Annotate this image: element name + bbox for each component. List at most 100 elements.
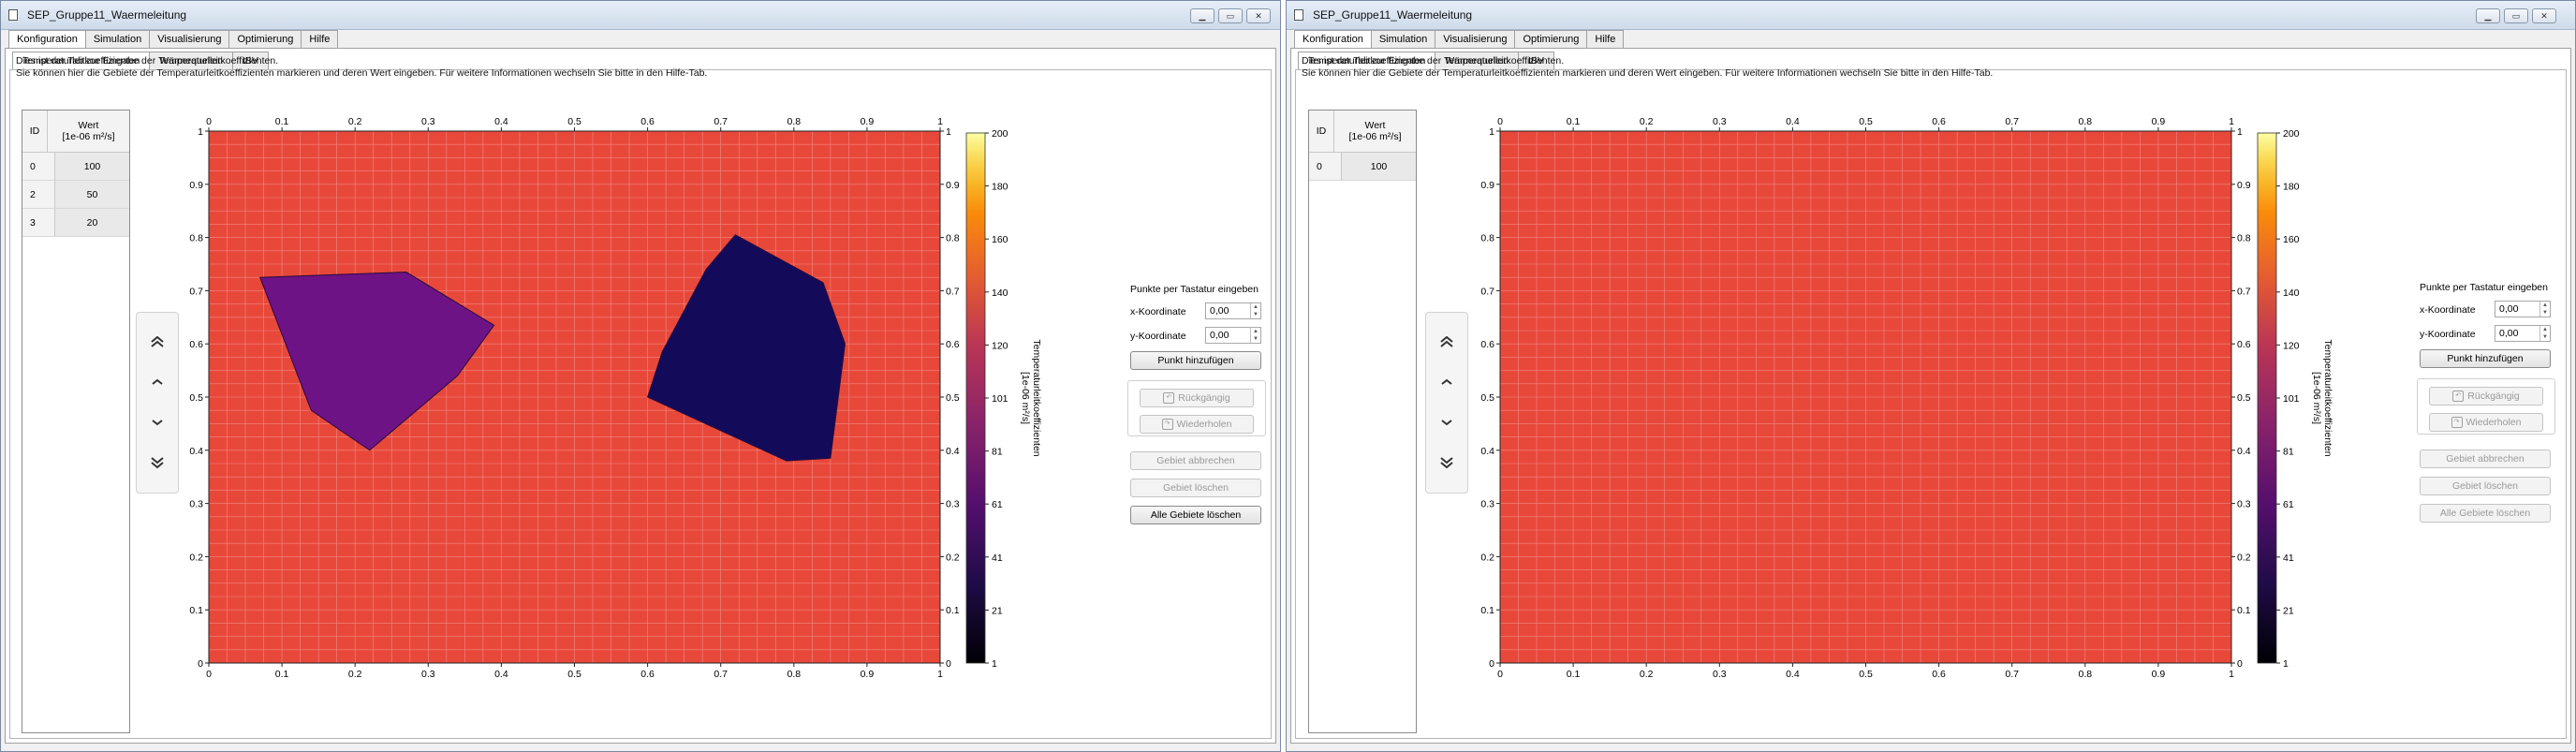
y-coordinate-spinbox[interactable]: 0,00 ▲ ▼ — [2495, 325, 2551, 342]
row-value[interactable]: 20 — [55, 209, 129, 236]
colorbar-tick-label: 180 — [992, 182, 1008, 193]
undo-button[interactable]: ↶ Rückgängig — [1140, 389, 1254, 407]
x-coordinate-spinbox[interactable]: 0,00 ▲ ▼ — [2495, 301, 2551, 317]
column-header-value-line1: Wert — [1364, 120, 1386, 131]
table-row[interactable]: 0 100 — [22, 153, 129, 181]
scroll-down-button[interactable] — [144, 412, 170, 433]
y-tick-label-left: 0.5 — [189, 392, 203, 404]
tab-hilfe[interactable]: Hilfe — [1586, 30, 1625, 48]
spin-arrows-icon[interactable]: ▲ ▼ — [2539, 302, 2550, 317]
y-tick-label-left: 0.3 — [1480, 499, 1494, 510]
minimize-icon[interactable]: ▁ — [1190, 8, 1214, 23]
keyboard-input-title: Punkte per Tastatur eingeben — [2420, 282, 2548, 293]
scroll-bottom-button[interactable] — [144, 452, 170, 473]
colorbar-tick-label: 101 — [992, 393, 1008, 405]
scroll-down-button[interactable] — [1434, 412, 1460, 433]
y-tick-label-left: 0.7 — [1480, 286, 1494, 297]
x-tick-label-top: 0.1 — [275, 116, 289, 127]
y-coordinate-label: y-Koordinate — [2420, 329, 2476, 340]
x-tick-label-top: 0.1 — [1567, 116, 1581, 127]
y-tick-label-right: 0.4 — [946, 446, 960, 457]
spin-arrows-icon[interactable]: ▲ ▼ — [1250, 328, 1260, 343]
y-tick-label-right: 0 — [946, 658, 951, 670]
coefficient-table[interactable]: ID Wert [1e-06 m²/s] 0 100 2 50 3 20 — [22, 110, 130, 733]
maximize-icon[interactable]: ▭ — [1218, 8, 1243, 23]
delete-area-button[interactable]: Gebiet löschen — [1130, 479, 1261, 497]
close-icon[interactable]: ✕ — [1246, 8, 1271, 23]
x-tick-label-bottom: 0.2 — [348, 669, 362, 680]
description-line-1: Dies ist der Tab zur Eingabe der Tempera… — [1302, 55, 1565, 66]
table-row[interactable]: 2 50 — [22, 181, 129, 209]
y-tick-label-left: 0.4 — [189, 446, 203, 457]
tab-konfiguration[interactable]: Konfiguration — [1294, 30, 1372, 49]
redo-button[interactable]: ↷ Wiederholen — [1140, 415, 1254, 434]
colorbar-tick-label: 200 — [992, 128, 1008, 140]
column-header-id: ID — [1309, 111, 1334, 152]
tab-hilfe[interactable]: Hilfe — [301, 30, 339, 48]
y-tick-label-right: 0.5 — [946, 392, 960, 404]
scroll-up-button[interactable] — [144, 372, 170, 392]
tab-optimierung[interactable]: Optimierung — [228, 30, 302, 48]
scroll-top-button[interactable] — [1434, 332, 1460, 352]
redo-button[interactable]: ↷ Wiederholen — [2429, 413, 2543, 432]
maximize-icon[interactable]: ▭ — [2504, 8, 2528, 23]
y-tick-label-right: 0 — [2237, 658, 2243, 670]
colorbar — [965, 132, 986, 664]
x-tick-label-top: 0.4 — [1786, 116, 1800, 127]
title-bar[interactable]: SEP_Gruppe11_Waermeleitung ▁ ▭ ✕ — [1287, 1, 2575, 30]
column-header-value: Wert [1e-06 m²/s] — [1334, 111, 1416, 152]
x-tick-label-bottom: 0.7 — [714, 669, 728, 680]
coefficient-plot[interactable]: 000.10.10.20.20.30.30.40.40.50.50.60.60.… — [1476, 108, 2423, 731]
x-tick-label-bottom: 1 — [937, 669, 943, 680]
delete-all-areas-button[interactable]: Alle Gebiete löschen — [1130, 506, 1261, 524]
title-bar[interactable]: SEP_Gruppe11_Waermeleitung ▁ ▭ ✕ — [1, 1, 1280, 30]
cancel-area-button[interactable]: Gebiet abbrechen — [1130, 451, 1261, 470]
colorbar-unit: [1e-06 m²/s] — [1020, 372, 1031, 424]
colorbar-tick-label: 81 — [2283, 447, 2294, 458]
tab-visualisierung[interactable]: Visualisierung — [1435, 30, 1516, 48]
y-tick-label-left: 0 — [1489, 658, 1494, 670]
x-tick-label-bottom: 0.3 — [1713, 669, 1727, 680]
x-tick-label-top: 0.9 — [2152, 116, 2166, 127]
cancel-area-button[interactable]: Gebiet abbrechen — [2420, 450, 2551, 468]
column-header-value-line2: [1e-06 m²/s] — [62, 131, 115, 142]
y-tick-label-left: 0.8 — [1480, 233, 1494, 244]
x-tick-label-top: 0.3 — [421, 116, 435, 127]
y-tick-label-left: 0.4 — [1480, 446, 1494, 457]
x-tick-label-top: 0.6 — [640, 116, 655, 127]
close-icon[interactable]: ✕ — [2532, 8, 2556, 23]
delete-all-areas-button[interactable]: Alle Gebiete löschen — [2420, 504, 2551, 523]
undo-button[interactable]: ↶ Rückgängig — [2429, 387, 2543, 405]
tab-simulation[interactable]: Simulation — [1370, 30, 1436, 48]
table-row[interactable]: 3 20 — [22, 209, 129, 237]
tab-konfiguration[interactable]: Konfiguration — [8, 30, 86, 49]
row-value[interactable]: 50 — [55, 181, 129, 208]
double-chevron-down-icon — [151, 457, 164, 468]
spin-arrows-icon[interactable]: ▲ ▼ — [1250, 303, 1260, 318]
add-point-button[interactable]: Punkt hinzufügen — [1130, 351, 1261, 370]
delete-area-button[interactable]: Gebiet löschen — [2420, 477, 2551, 495]
row-value[interactable]: 100 — [55, 153, 129, 180]
y-tick-label-right: 0.7 — [2237, 286, 2251, 297]
scroll-up-button[interactable] — [1434, 372, 1460, 392]
coefficient-table[interactable]: ID Wert [1e-06 m²/s] 0 100 — [1308, 110, 1417, 733]
x-coordinate-label: x-Koordinate — [2420, 304, 2476, 316]
y-tick-label-right: 1 — [946, 126, 951, 138]
scroll-top-button[interactable] — [144, 332, 170, 352]
scroll-bottom-button[interactable] — [1434, 452, 1460, 473]
colorbar — [2257, 132, 2277, 664]
minimize-icon[interactable]: ▁ — [2476, 8, 2500, 23]
spin-arrows-icon[interactable]: ▲ ▼ — [2539, 326, 2550, 341]
tab-optimierung[interactable]: Optimierung — [1514, 30, 1588, 48]
coefficient-plot[interactable]: 000.10.10.20.20.30.30.40.40.50.50.60.60.… — [184, 108, 1132, 731]
y-coordinate-spinbox[interactable]: 0,00 ▲ ▼ — [1205, 327, 1261, 344]
y-tick-label-right: 0.9 — [946, 180, 960, 191]
x-coordinate-spinbox[interactable]: 0,00 ▲ ▼ — [1205, 302, 1261, 319]
x-tick-label-bottom: 0 — [1497, 669, 1503, 680]
tab-visualisierung[interactable]: Visualisierung — [149, 30, 230, 48]
x-tick-label-bottom: 0.9 — [2152, 669, 2166, 680]
table-row[interactable]: 0 100 — [1309, 153, 1416, 181]
tab-simulation[interactable]: Simulation — [84, 30, 151, 48]
row-value[interactable]: 100 — [1342, 153, 1416, 180]
add-point-button[interactable]: Punkt hinzufügen — [2420, 349, 2551, 368]
